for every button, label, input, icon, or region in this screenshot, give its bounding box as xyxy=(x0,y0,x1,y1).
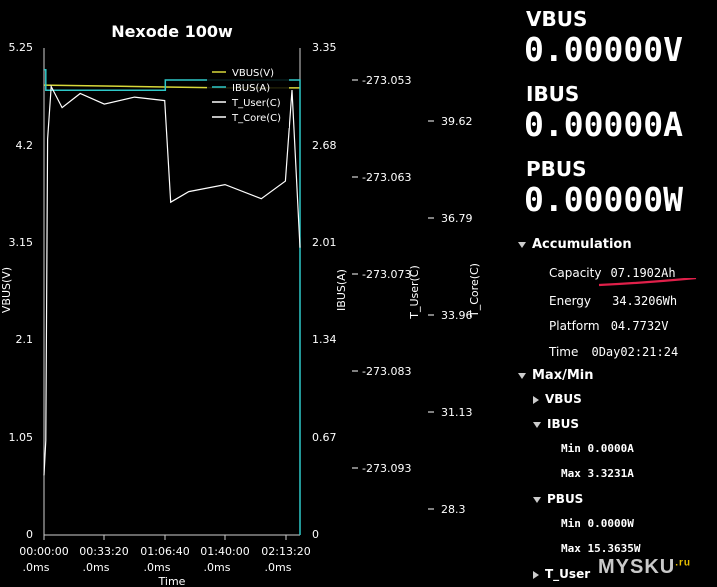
x-axis-label: Time xyxy=(158,575,186,587)
chart-title: Nexode 100w xyxy=(111,22,233,41)
pbus-value: 0.00000W xyxy=(524,180,683,219)
vbus-value: 0.00000V xyxy=(524,30,683,69)
series-line-ibusa xyxy=(44,69,301,535)
ibus-min: Min 0.0000A xyxy=(561,442,634,455)
expand-icon xyxy=(533,395,539,404)
expand-icon xyxy=(533,570,539,579)
ibus-max: Max 3.3231A xyxy=(561,467,634,480)
left-tick: 1.05 xyxy=(9,431,34,444)
x-tick-ms: .0ms xyxy=(144,561,171,574)
x-tick-time: 00:33:20 xyxy=(79,545,128,558)
collapse-icon xyxy=(533,421,541,428)
legend-label-vbus: VBUS(V) xyxy=(232,68,274,79)
series-layer xyxy=(43,69,301,535)
maxmin-vbus-node[interactable]: VBUS xyxy=(533,392,582,406)
tuser-tick: -273.093 xyxy=(362,462,411,475)
chart: Nexode 100w 5.25 4.2 3.15 2.1 1.05 0 VBU… xyxy=(0,22,481,587)
tcore-tick: 28.3 xyxy=(441,503,466,516)
collapse-icon xyxy=(533,496,541,503)
collapse-icon xyxy=(518,241,526,248)
red-underline-mark xyxy=(598,278,697,287)
series-line-tcorec xyxy=(43,84,301,476)
maxmin-header[interactable]: Max/Min xyxy=(518,368,594,383)
x-tick-ms: .0ms xyxy=(265,561,292,574)
legend-label-tuser: T_User(C) xyxy=(231,98,281,109)
vbus-label: VBUS xyxy=(526,7,588,31)
platform-label: Platform xyxy=(549,319,600,333)
x-tick-time: 00:00:00 xyxy=(19,545,68,558)
x-tick-time: 02:13:20 xyxy=(261,545,310,558)
tuser-axis-ticks: -273.053 -273.063 -273.073 -273.083 -273… xyxy=(352,74,411,475)
maxmin-tuser-label: T_User xyxy=(545,567,591,581)
x-tick-ms: .0ms xyxy=(23,561,50,574)
energy-value: 34.3206Wh xyxy=(612,294,678,308)
pbus-label: PBUS xyxy=(526,157,587,181)
x-axis-ticks: 00:00:00 00:33:20 01:06:40 01:40:00 02:1… xyxy=(19,535,311,574)
watermark-text: MYSKU xyxy=(598,556,676,578)
ibus-label: IBUS xyxy=(526,82,580,106)
tuser-tick: -273.063 xyxy=(362,171,411,184)
right-axis-label: IBUS(A) xyxy=(335,269,348,311)
time-row: Time 0Day02:21:24 xyxy=(549,341,678,360)
capacity-label: Capacity xyxy=(549,266,602,280)
right-tick: 3.35 xyxy=(312,41,337,54)
platform-row: Platform 04.7732V xyxy=(549,315,669,334)
tuser-tick: -273.073 xyxy=(362,268,411,281)
maxmin-ibus-label: IBUS xyxy=(547,417,579,431)
legend-label-ibus: IBUS(A) xyxy=(232,83,270,94)
pbus-min: Min 0.0000W xyxy=(561,517,634,530)
maxmin-tuser-node[interactable]: T_User xyxy=(533,567,590,581)
tuser-axis-label: T_User(C) xyxy=(408,265,421,320)
ibus-value: 0.00000A xyxy=(524,105,683,144)
right-tick: 1.34 xyxy=(312,333,337,346)
x-tick-ms: .0ms xyxy=(204,561,231,574)
right-tick: 2.68 xyxy=(312,139,337,152)
tuser-tick: -273.083 xyxy=(362,365,411,378)
x-tick-ms: .0ms xyxy=(83,561,110,574)
maxmin-pbus-node[interactable]: PBUS xyxy=(533,492,583,506)
maxmin-title: Max/Min xyxy=(532,368,594,383)
x-tick-time: 01:06:40 xyxy=(140,545,189,558)
left-tick: 3.15 xyxy=(9,236,34,249)
x-tick-time: 01:40:00 xyxy=(200,545,249,558)
tcore-tick: 31.13 xyxy=(441,406,473,419)
legend: VBUS(V) IBUS(A) T_User(C) T_Core(C) xyxy=(207,58,289,128)
legend-label-tcore: T_Core(C) xyxy=(231,113,281,124)
tcore-tick: 36.79 xyxy=(441,212,473,225)
tuser-tick: -273.053 xyxy=(362,74,411,87)
platform-value: 04.7732V xyxy=(610,319,669,333)
left-tick: 2.1 xyxy=(16,333,34,346)
tcore-axis-ticks: 39.62 36.79 33.96 31.13 28.3 xyxy=(428,115,473,516)
maxmin-vbus-label: VBUS xyxy=(545,392,582,406)
accumulation-title: Accumulation xyxy=(532,237,632,252)
maxmin-ibus-node[interactable]: IBUS xyxy=(533,417,579,431)
energy-label: Energy xyxy=(549,294,592,308)
left-tick: 5.25 xyxy=(9,41,34,54)
accumulation-header[interactable]: Accumulation xyxy=(518,237,632,252)
collapse-icon xyxy=(518,372,526,379)
tcore-axis-label: T_Core(C) xyxy=(468,263,481,318)
right-tick: 0 xyxy=(312,528,319,541)
left-tick: 4.2 xyxy=(16,139,34,152)
right-tick: 2.01 xyxy=(312,236,337,249)
pbus-max: Max 15.3635W xyxy=(561,542,641,555)
time-label: Time xyxy=(549,345,579,359)
watermark-suffix: .ru xyxy=(675,557,692,569)
right-tick: 0.67 xyxy=(312,431,337,444)
time-value: 0Day02:21:24 xyxy=(591,345,679,359)
left-tick: 0 xyxy=(26,528,33,541)
energy-row: Energy 34.3206Wh xyxy=(549,290,677,309)
right-axis-ticks: 3.35 2.68 2.01 1.34 0.67 0 xyxy=(312,41,337,541)
maxmin-pbus-label: PBUS xyxy=(547,492,584,506)
tcore-tick: 39.62 xyxy=(441,115,473,128)
left-axis-label: VBUS(V) xyxy=(0,267,13,313)
watermark-logo: MYSKU.ru xyxy=(598,556,691,579)
